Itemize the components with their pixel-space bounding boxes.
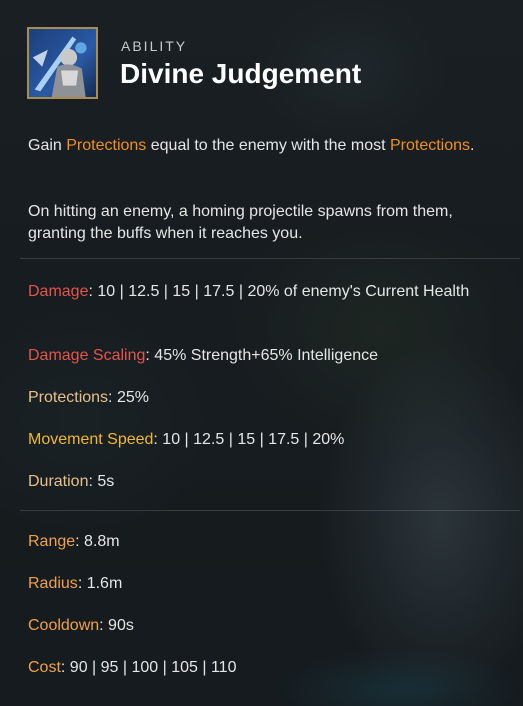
- detail-value: : 8.8m: [75, 533, 120, 550]
- keyword-protections: Protections: [66, 137, 147, 154]
- detail-label: Cooldown: [28, 617, 100, 634]
- ability-title: Divine Judgement: [120, 58, 362, 89]
- stat-label: Duration: [28, 473, 89, 490]
- stat-label: Damage: [28, 283, 89, 300]
- stat-value: : 45% Strength+65% Intelligence: [145, 347, 379, 364]
- stat-value: : 10 | 12.5 | 15 | 17.5 | 20% of enemy's…: [88, 283, 470, 300]
- ability-portrait-icon: [27, 27, 98, 99]
- detail-label: Cost: [28, 659, 61, 676]
- ability-type-label: ABILITY: [121, 38, 188, 54]
- detail-label: Radius: [28, 575, 78, 592]
- stat-protections: Protections: 25%: [28, 387, 498, 409]
- detail-value: : 90 | 95 | 100 | 105 | 110: [60, 659, 237, 676]
- stat-damage-scaling: Damage Scaling: 45% Strength+65% Intelli…: [28, 345, 498, 367]
- detail-radius: Radius: 1.6m: [28, 573, 498, 595]
- divider: [20, 258, 520, 259]
- keyword-protections: Protections: [389, 137, 471, 154]
- description-paragraph-2: On hitting an enemy, a homing projectile…: [28, 203, 453, 242]
- detail-cooldown: Cooldown: 90s: [28, 615, 498, 637]
- ability-tooltip: ABILITY Divine Judgement Gain Protection…: [0, 0, 523, 706]
- desc-text: Gain: [28, 137, 67, 154]
- detail-label: Range: [28, 533, 76, 550]
- stat-value: : 25%: [108, 389, 149, 406]
- stat-label: Protections: [28, 389, 109, 406]
- detail-value: : 1.6m: [77, 575, 123, 592]
- stat-label: Movement Speed: [28, 431, 154, 448]
- description-paragraph-1: Gain Protections equal to the enemy with…: [28, 135, 513, 157]
- detail-value: : 90s: [99, 617, 134, 634]
- desc-text: .: [470, 137, 475, 154]
- detail-cost: Cost: 90 | 95 | 100 | 105 | 110: [28, 657, 498, 679]
- stat-duration: Duration: 5s: [28, 471, 498, 493]
- stat-value: : 5s: [88, 473, 115, 490]
- divider: [20, 510, 520, 511]
- desc-text: equal to the enemy with the most: [146, 137, 390, 154]
- stat-label: Damage Scaling: [28, 347, 146, 364]
- stat-movement-speed: Movement Speed: 10 | 12.5 | 15 | 17.5 | …: [28, 429, 498, 451]
- detail-range: Range: 8.8m: [28, 531, 498, 553]
- stat-value: : 10 | 12.5 | 15 | 17.5 | 20%: [153, 431, 345, 448]
- stat-damage: Damage: 10 | 12.5 | 15 | 17.5 | 20% of e…: [28, 281, 498, 303]
